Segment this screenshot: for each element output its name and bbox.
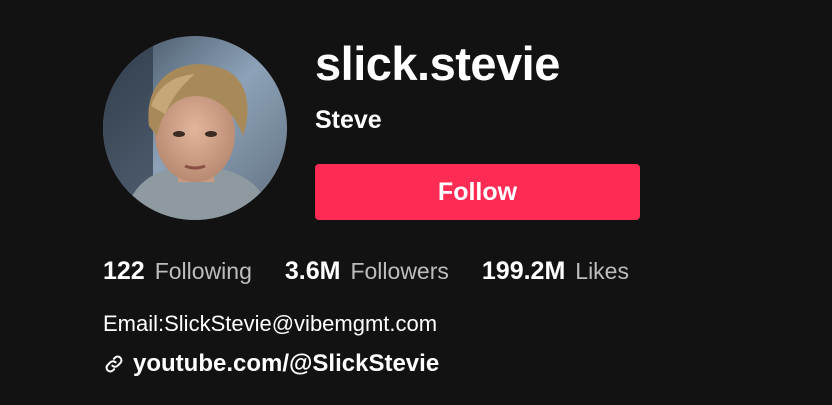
followers-count: 3.6M	[284, 257, 341, 285]
following-count: 122	[103, 257, 145, 285]
likes-count: 199.2M	[481, 257, 566, 285]
username: slick.stevie	[315, 37, 560, 90]
likes-label: Likes	[575, 258, 629, 284]
following-stat[interactable]: 122 Following	[103, 257, 252, 286]
profile-stats: 122 Following 3.6M Followers 199.2M Like…	[103, 257, 662, 286]
bio-link-text[interactable]: youtube.com/@SlickStevie	[133, 350, 439, 378]
follow-button[interactable]: Follow	[315, 164, 640, 220]
link-icon	[103, 353, 125, 375]
following-label: Following	[154, 258, 252, 284]
avatar-image	[103, 36, 287, 220]
nickname: Steve	[315, 106, 382, 134]
likes-stat: 199.2M Likes	[482, 257, 629, 286]
avatar[interactable]	[103, 36, 287, 220]
profile-header: slick.stevie Steve Follow 122 Following …	[0, 0, 832, 405]
followers-label: Followers	[350, 258, 449, 284]
followers-stat[interactable]: 3.6M Followers	[285, 257, 449, 286]
bio-link[interactable]: youtube.com/@SlickStevie	[103, 350, 439, 378]
bio-text: Email:SlickStevie@vibemgmt.com	[103, 311, 438, 336]
